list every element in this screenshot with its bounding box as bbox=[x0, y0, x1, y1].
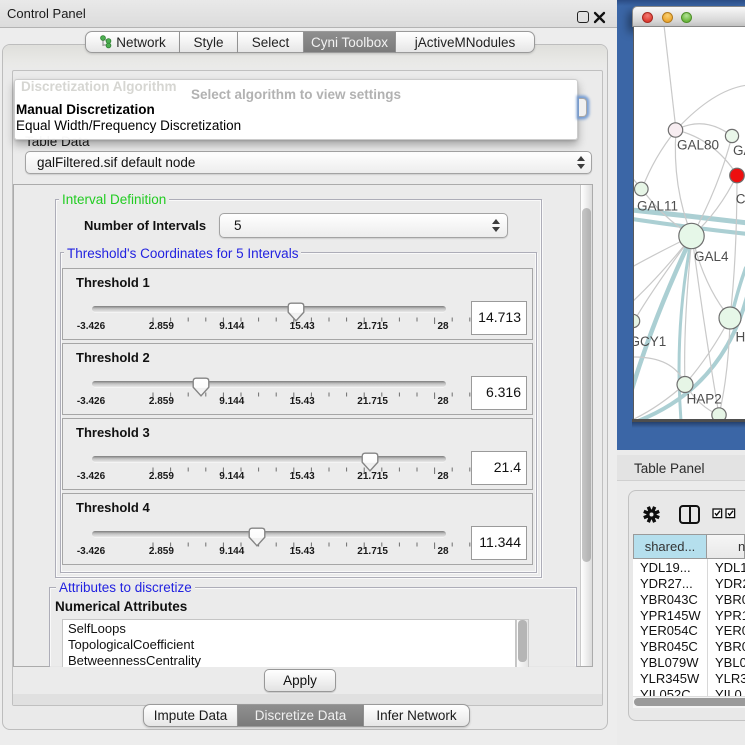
svg-text:HIS: HIS bbox=[736, 330, 745, 345]
svg-text:GAL11: GAL11 bbox=[637, 199, 678, 214]
svg-text:GAL7: GAL7 bbox=[733, 143, 745, 158]
svg-text:GAL4: GAL4 bbox=[694, 249, 729, 264]
svg-text:GCY1: GCY1 bbox=[634, 334, 666, 349]
svg-text:HAP2: HAP2 bbox=[687, 392, 722, 407]
svg-text:CDC: CDC bbox=[736, 192, 745, 207]
svg-text:GAL80: GAL80 bbox=[677, 138, 719, 153]
